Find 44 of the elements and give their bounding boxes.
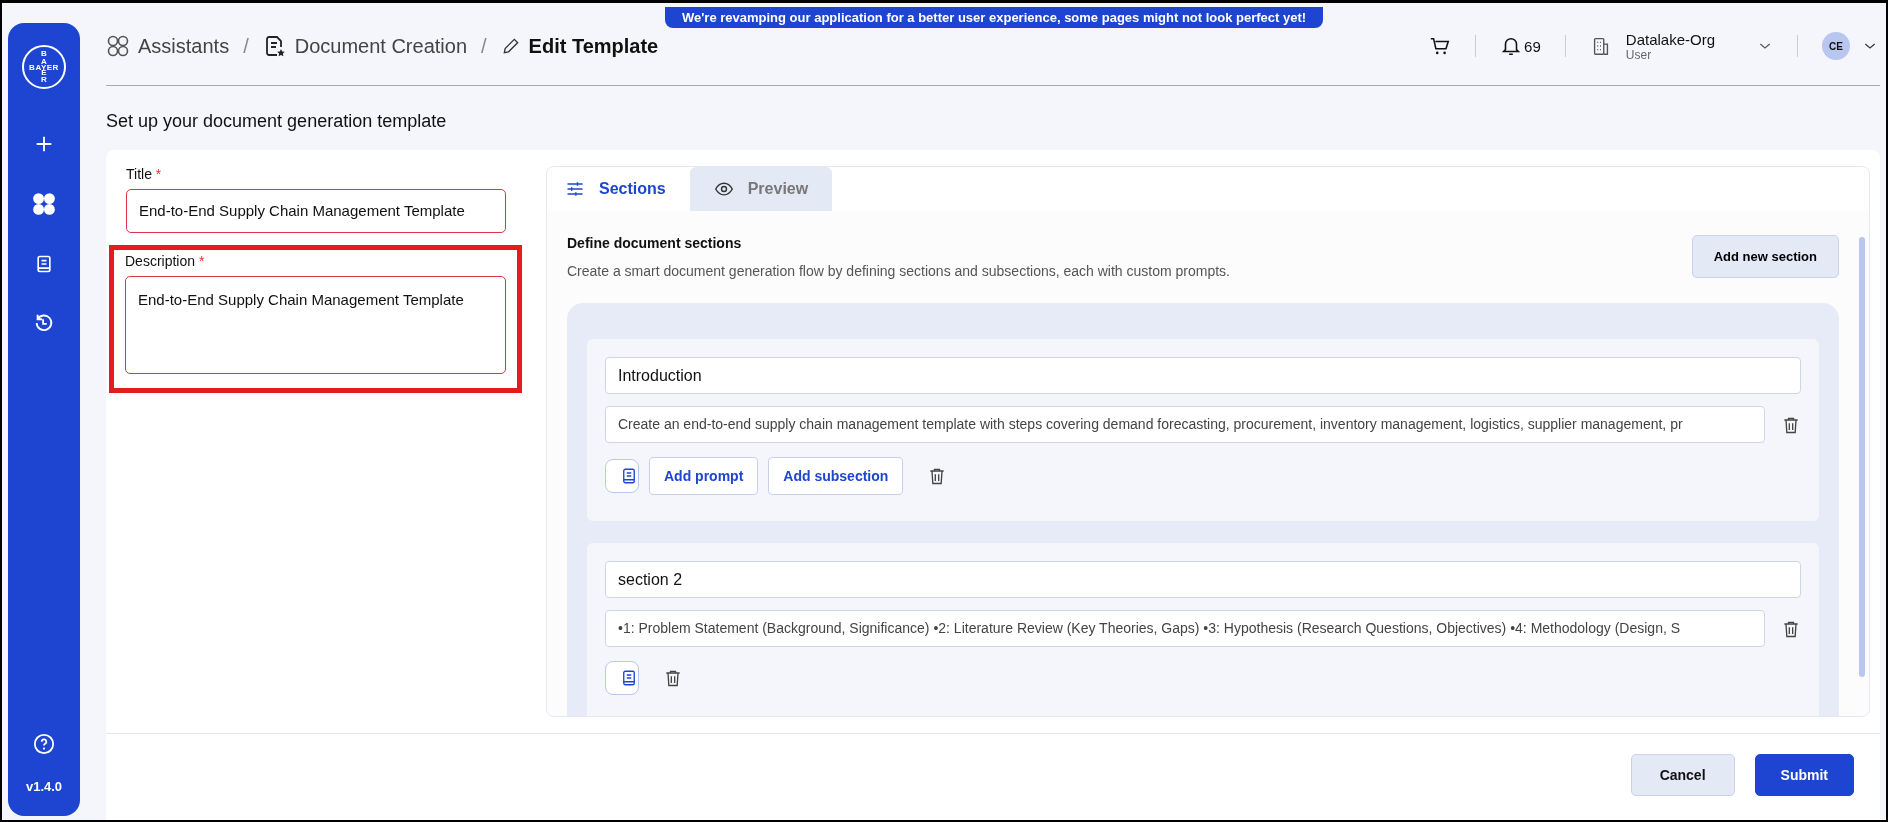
prompt-input[interactable]: •1: Problem Statement (Background, Significance) •2: Literature Review (Key Theories, Gaps) •3: Hypothesis (Research Questions, Objectives) •4: Methodology (Design, S bbox=[605, 610, 1765, 647]
page-heading: Set up your document generation template bbox=[106, 111, 448, 132]
field-label: Title bbox=[126, 166, 152, 182]
grid-icon bbox=[106, 34, 130, 58]
field-label: Description bbox=[125, 253, 196, 269]
trash-icon[interactable] bbox=[663, 668, 683, 688]
prompt-input[interactable]: Create an end-to-end supply chain management template with steps covering demand forecasting, procurement, inventory management, logistics, supplier management, pr bbox=[605, 406, 1765, 443]
submit-button[interactable]: Submit bbox=[1754, 754, 1854, 796]
organization-name[interactable]: Datalake-Org bbox=[1625, 30, 1715, 48]
version-label: v1.4.0 bbox=[25, 779, 63, 794]
page-title: Edit Template bbox=[528, 34, 659, 58]
document-icon bbox=[620, 669, 638, 687]
breadcrumb-separator: / bbox=[481, 34, 487, 58]
pencil-icon bbox=[500, 36, 521, 56]
document-button[interactable] bbox=[605, 459, 639, 493]
section-title-input[interactable]: section 2 bbox=[605, 561, 1801, 598]
add-section-button[interactable]: Add new section bbox=[1691, 235, 1839, 278]
description-textarea[interactable]: End-to-End Supply Chain Management Template bbox=[125, 276, 506, 374]
breadcrumb-separator: / bbox=[243, 34, 249, 58]
help-icon[interactable] bbox=[33, 733, 55, 755]
title-input[interactable]: End-to-End Supply Chain Management Template bbox=[126, 189, 506, 233]
notification-count: 69 bbox=[1524, 37, 1541, 55]
add-button[interactable]: Add subsection bbox=[768, 457, 904, 495]
breadcrumb-link[interactable]: Assistants bbox=[138, 34, 230, 58]
grid-icon[interactable] bbox=[31, 191, 57, 217]
tab[interactable]: Preview bbox=[689, 167, 833, 211]
document-button[interactable] bbox=[605, 661, 639, 695]
cart-icon[interactable] bbox=[1429, 35, 1452, 57]
section-title-input[interactable]: Introduction bbox=[605, 357, 1801, 394]
cancel-button[interactable]: Cancel bbox=[1630, 754, 1735, 796]
user-role: User bbox=[1625, 47, 1652, 62]
announcement-banner: We're revamping our application for a better user experience, some pages might not look perfect yet! bbox=[665, 7, 1324, 28]
document-icon bbox=[620, 467, 638, 485]
required-mark: * bbox=[198, 253, 205, 269]
user-avatar[interactable]: CE bbox=[1822, 32, 1850, 60]
logo-text: BA bbox=[41, 50, 47, 66]
add-button[interactable]: Add prompt bbox=[649, 457, 759, 495]
sliders-icon bbox=[565, 179, 585, 199]
breadcrumb-link[interactable]: Document Creation bbox=[294, 34, 468, 58]
scrollbar[interactable] bbox=[1859, 237, 1865, 677]
section-heading: Define document sections bbox=[567, 235, 743, 251]
required-mark: * bbox=[155, 166, 162, 182]
section-description: Create a smart document generation flow by defining sections and subsections, each with custom prompts. bbox=[567, 263, 1230, 279]
book-icon[interactable] bbox=[34, 253, 54, 275]
